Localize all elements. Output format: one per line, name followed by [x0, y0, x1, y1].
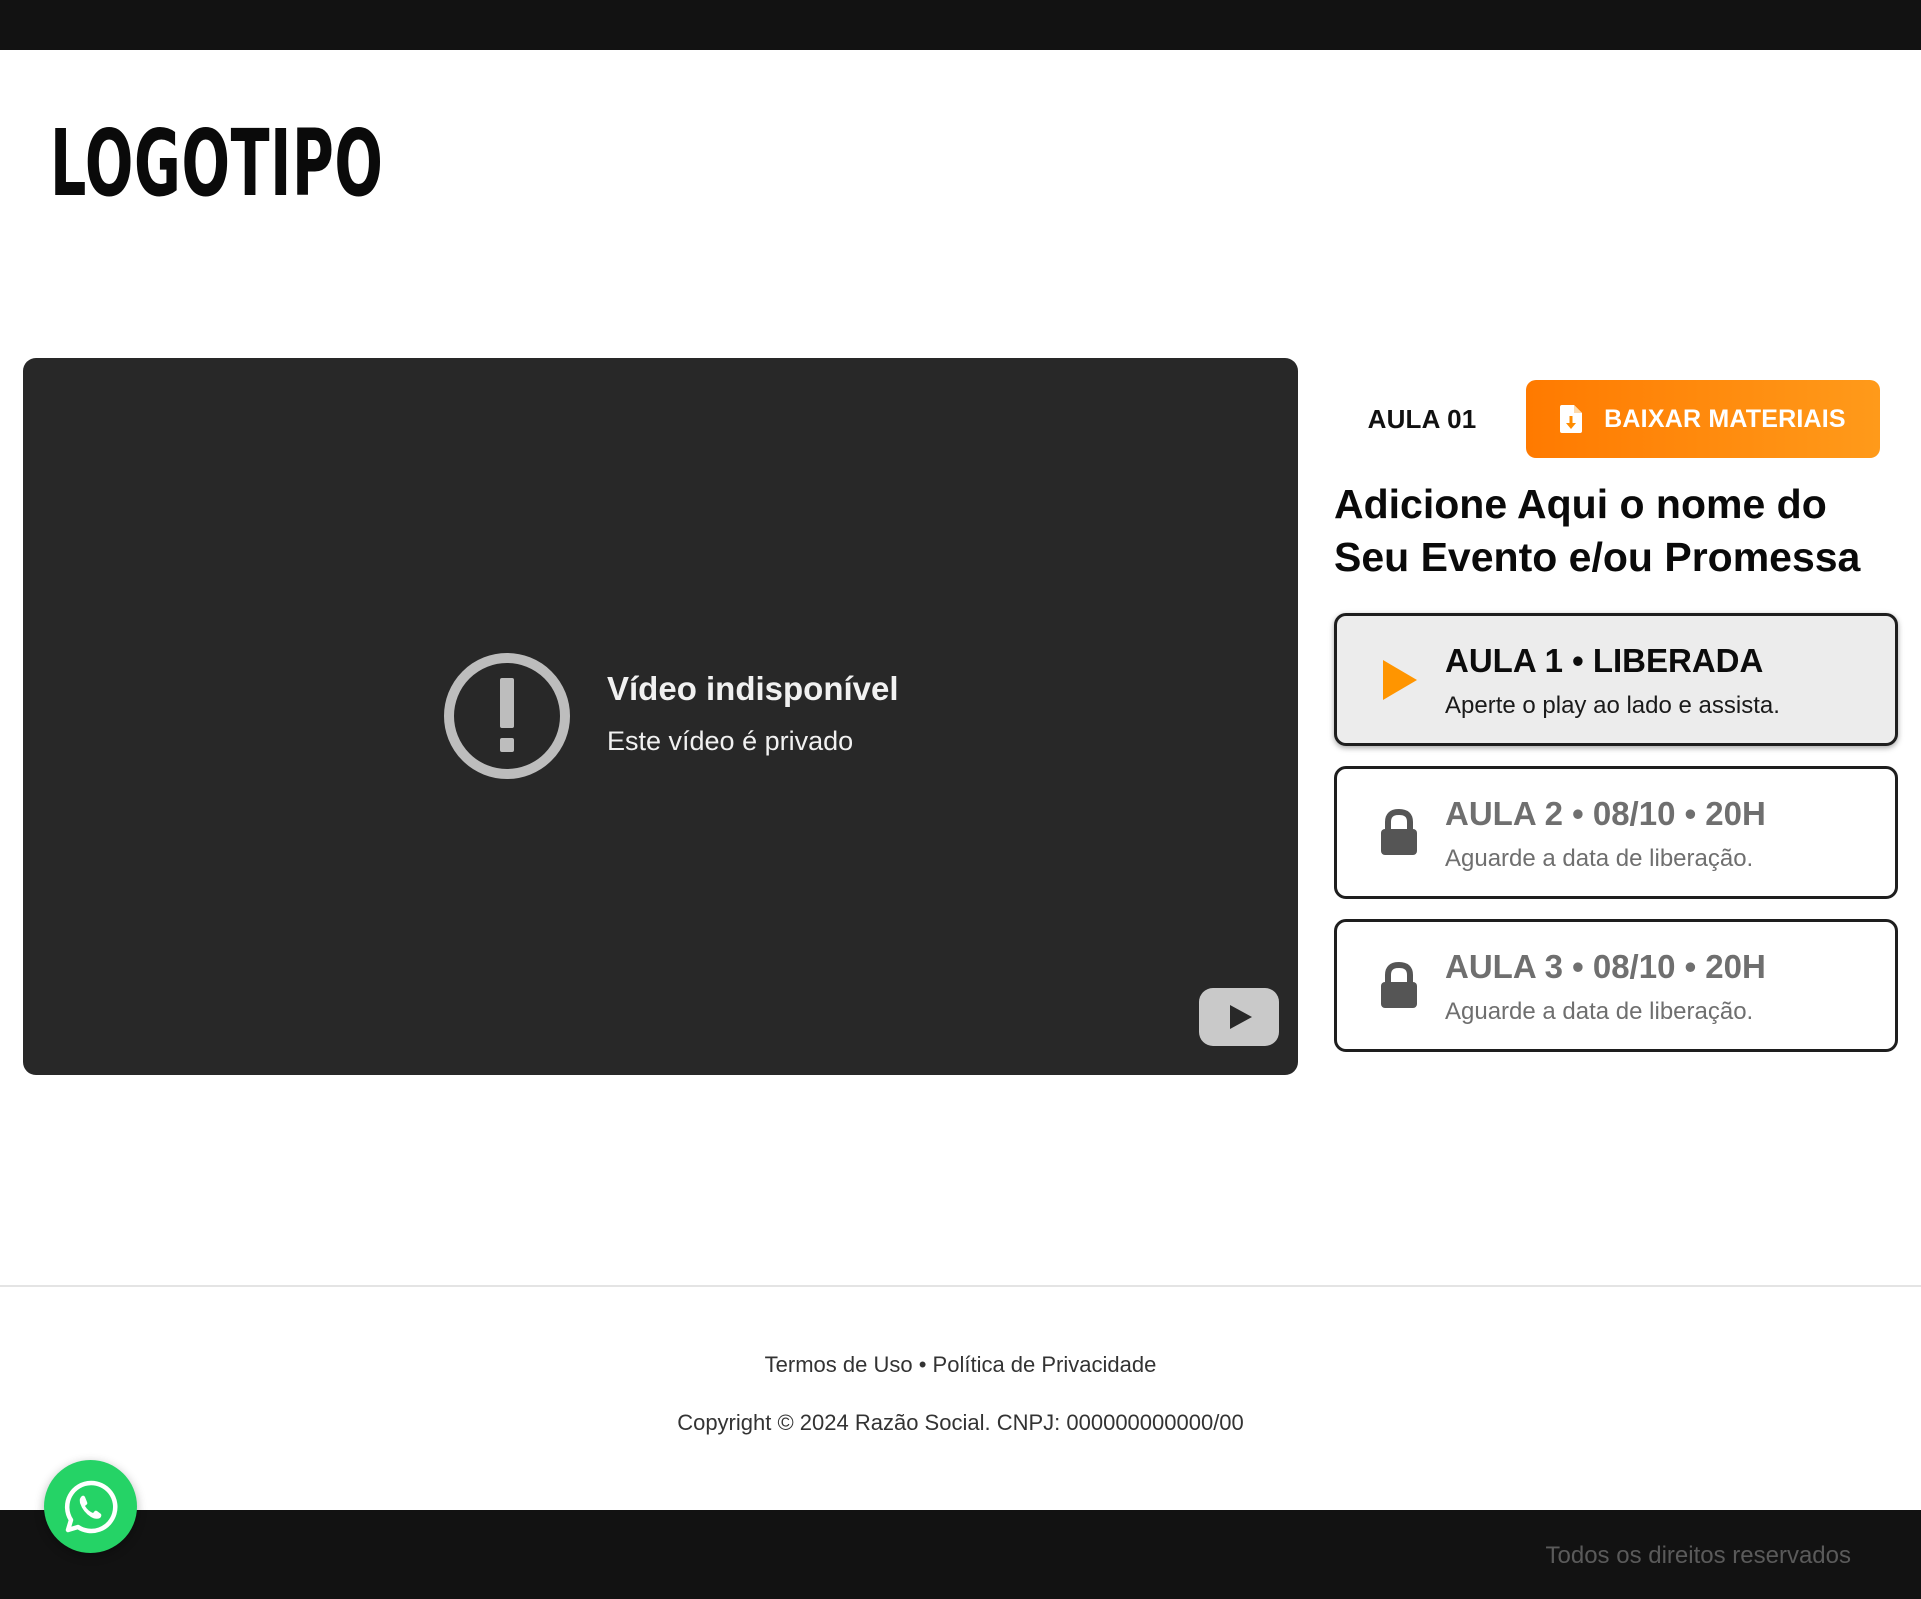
youtube-icon[interactable]	[1199, 988, 1279, 1046]
video-unavailable-title: Vídeo indisponível	[607, 670, 899, 707]
download-materials-label: BAIXAR MATERIAIS	[1604, 404, 1846, 433]
lesson-subtitle: Aguarde a data de liberação.	[1445, 998, 1754, 1025]
top-bar	[0, 0, 1921, 50]
privacy-link[interactable]: Política de Privacidade	[933, 1352, 1157, 1377]
lesson-card-2[interactable]: AULA 2 • 08/10 • 20H Aguarde a data de l…	[1334, 766, 1898, 899]
download-materials-button[interactable]: BAIXAR MATERIAIS	[1526, 380, 1880, 458]
event-title: Adicione Aqui o nome do Seu Evento e/ou …	[1334, 481, 1861, 580]
alert-circle-icon	[444, 653, 570, 779]
lock-icon	[1381, 962, 1417, 1008]
lesson-title: AULA 2 • 08/10 • 20H	[1445, 795, 1766, 832]
video-player[interactable]: Vídeo indisponível Este vídeo é privado	[23, 358, 1298, 1075]
whatsapp-icon	[64, 1480, 117, 1533]
terms-link[interactable]: Termos de Uso	[765, 1352, 913, 1377]
rights-text: Todos os direitos reservados	[1545, 1542, 1851, 1569]
whatsapp-button[interactable]	[44, 1460, 137, 1553]
lesson-subtitle: Aperte o play ao lado e assista.	[1445, 692, 1780, 719]
logo[interactable]: LOGOTIPO	[50, 118, 384, 210]
bottom-bar: Todos os direitos reservados	[0, 1510, 1921, 1599]
video-private-message: Este vídeo é privado	[607, 726, 854, 756]
footer-divider	[0, 1285, 1921, 1287]
footer-links: Termos de Uso • Política de Privacidade	[0, 1352, 1921, 1378]
play-icon	[1383, 660, 1417, 700]
lesson-title: AULA 3 • 08/10 • 20H	[1445, 948, 1766, 985]
copyright-text: Copyright © 2024 Razão Social. CNPJ: 000…	[677, 1410, 1244, 1435]
aula-tag: AULA 01	[1367, 403, 1477, 434]
lesson-card-3[interactable]: AULA 3 • 08/10 • 20H Aguarde a data de l…	[1334, 919, 1898, 1052]
footer-separator: •	[918, 1352, 927, 1377]
lesson-title: AULA 1 • LIBERADA	[1445, 642, 1764, 679]
lock-icon	[1381, 809, 1417, 855]
file-download-icon	[1560, 405, 1583, 433]
lesson-card-1[interactable]: AULA 1 • LIBERADA Aperte o play ao lado …	[1334, 613, 1898, 746]
lesson-subtitle: Aguarde a data de liberação.	[1445, 845, 1754, 872]
